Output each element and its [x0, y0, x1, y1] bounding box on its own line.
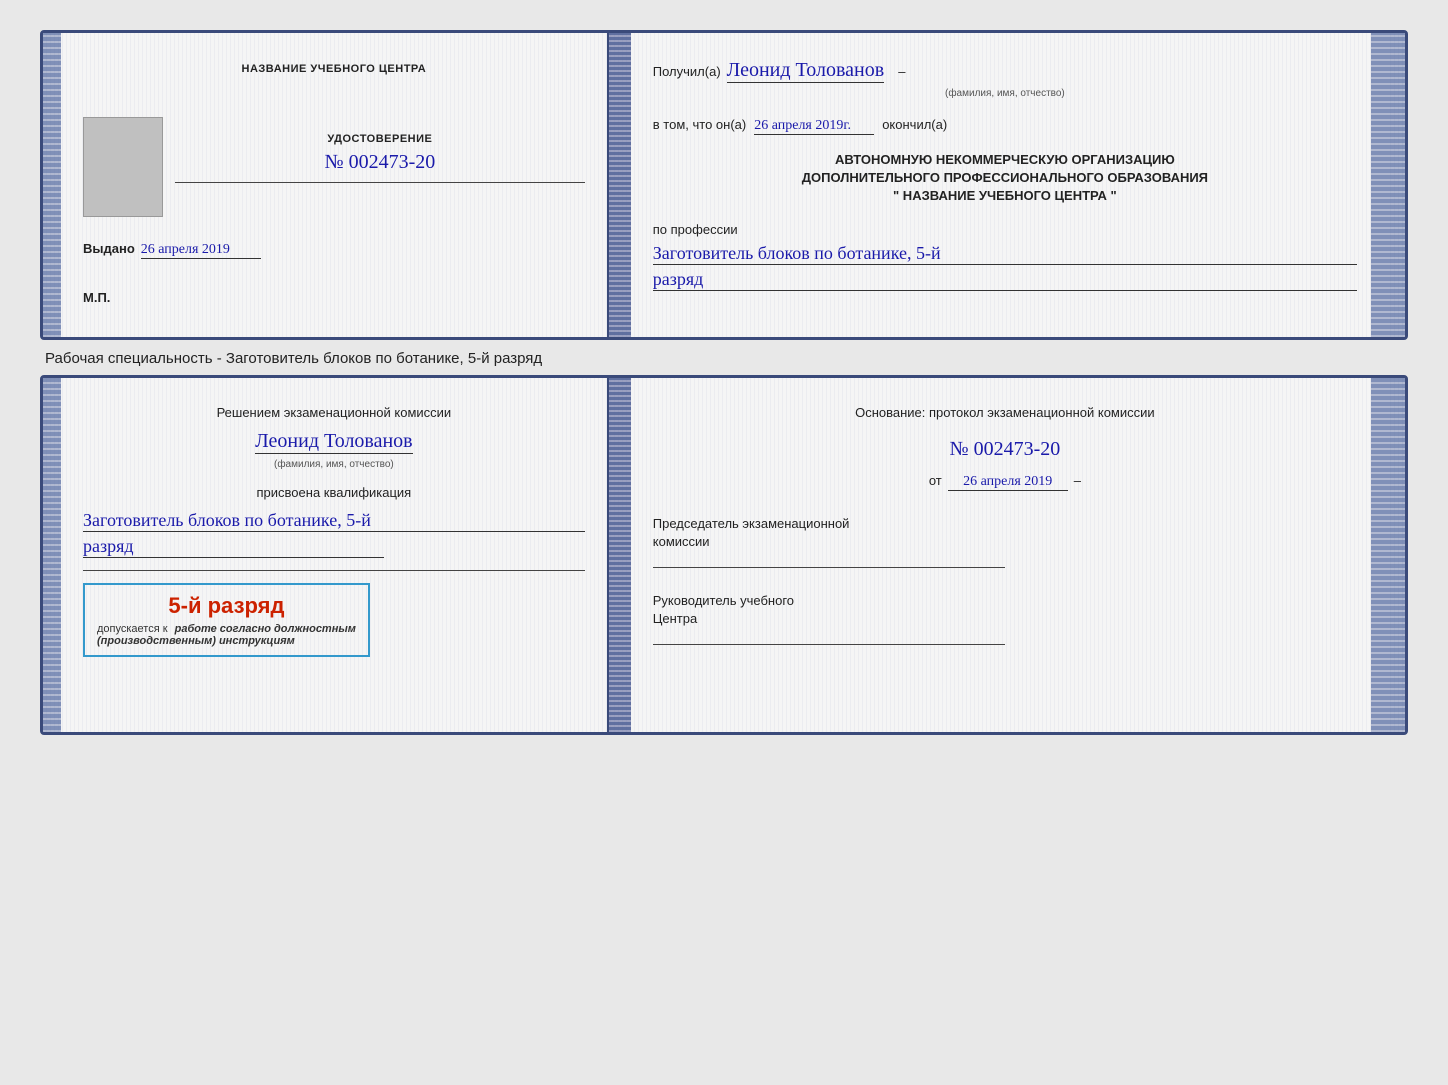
mp-label: М.П. [83, 290, 110, 305]
confirm-text: в том, что он(а) [653, 117, 746, 132]
chairman-signature-line [653, 567, 1005, 568]
qualification-line1-wrap: Заготовитель блоков по ботанике, 5-й [83, 510, 585, 532]
chairman-wrap2: комиссии [653, 533, 1357, 551]
decision-text: Решением экзаменационной комиссии [217, 405, 452, 420]
stamp-allowed-text2: (производственным) инструкциям [97, 635, 356, 647]
org-line1: АВТОНОМНУЮ НЕКОММЕРЧЕСКУЮ ОРГАНИЗАЦИЮ [653, 151, 1357, 169]
bottom-card-left: Решением экзаменационной комиссии Леонид… [61, 378, 609, 732]
fio-label-top: (фамилия, имя, отчество) [945, 88, 1065, 99]
issued-label: Выдано [83, 241, 135, 256]
date-prefix: от [929, 473, 942, 488]
bottom-left-separator [83, 570, 585, 571]
protocol-date: 26 апреля 2019 [948, 474, 1068, 491]
protocol-number: № 002473-20 [950, 438, 1061, 460]
top-certificate-card: НАЗВАНИЕ УЧЕБНОГО ЦЕНТРА УДОСТОВЕРЕНИЕ №… [40, 30, 1408, 340]
profession-name-wrap: Заготовитель блоков по ботанике, 5-й [653, 243, 1357, 265]
stamp-allowed-wrap: допускается к работе согласно должностны… [97, 623, 356, 635]
top-card-left: НАЗВАНИЕ УЧЕБНОГО ЦЕНТРА УДОСТОВЕРЕНИЕ №… [61, 33, 609, 337]
center-spine [609, 33, 631, 337]
bottom-certificate-card: Решением экзаменационной комиссии Леонид… [40, 375, 1408, 735]
top-card-right: Получил(а) Леонид Толованов – (фамилия, … [631, 33, 1387, 337]
bottom-person-name-wrap: Леонид Толованов [83, 430, 585, 454]
school-name-top: НАЗВАНИЕ УЧЕБНОГО ЦЕНТРА [83, 59, 585, 77]
qualification-line2-wrap: разряд [83, 536, 585, 558]
recipient-name: Леонид Толованов [727, 59, 885, 83]
bottom-card-right: Основание: протокол экзаменационной коми… [631, 378, 1387, 732]
center-spine-bottom [609, 378, 631, 732]
head-label2: Центра [653, 611, 697, 626]
protocol-number-wrap: № 002473-20 [653, 438, 1357, 461]
photo-placeholder [83, 117, 163, 217]
head-signature-line [653, 644, 1005, 645]
middle-specialty-label: Рабочая специальность - Заготовитель бло… [45, 350, 1408, 367]
bottom-person-name: Леонид Толованов [255, 430, 413, 454]
qualification-line2: разряд [83, 536, 384, 558]
profession-label-wrap: по профессии [653, 221, 1357, 239]
spine-left-decoration [43, 33, 61, 337]
qualification-line1: Заготовитель блоков по ботанике, 5-й [83, 510, 585, 532]
basis-label-wrap: Основание: протокол экзаменационной коми… [653, 404, 1357, 422]
rank-text-top: разряд [653, 269, 1357, 291]
cert-date-handwritten: 26 апреля 2019г. [754, 118, 874, 135]
chairman-wrap: Председатель экзаменационной [653, 515, 1357, 533]
right-edge-lines [1371, 33, 1387, 337]
stamp-allowed-prefix: допускается к [97, 623, 168, 635]
profession-label: по профессии [653, 222, 738, 237]
finished-label: окончил(а) [882, 117, 947, 132]
basis-label: Основание: протокол экзаменационной коми… [855, 405, 1155, 420]
assigned-label: присвоена квалификация [257, 485, 412, 500]
profession-name: Заготовитель блоков по ботанике, 5-й [653, 243, 1357, 265]
right-edge-lines-bottom [1371, 378, 1387, 732]
head-label-wrap: Руководитель учебного [653, 592, 1357, 610]
chairman-label: Председатель экзаменационной [653, 516, 850, 531]
page-wrapper: НАЗВАНИЕ УЧЕБНОГО ЦЕНТРА УДОСТОВЕРЕНИЕ №… [20, 20, 1428, 745]
received-prefix: Получил(а) [653, 64, 721, 79]
assigned-label-wrap: присвоена квалификация [83, 484, 585, 502]
head-label-wrap2: Центра [653, 610, 1357, 628]
decision-text-wrap: Решением экзаменационной комиссии [83, 404, 585, 422]
cert-divider [175, 182, 585, 183]
issued-date: 26 апреля 2019 [141, 242, 261, 259]
spine-right-top [1387, 33, 1405, 337]
stamp-box: 5-й разряд допускается к работе согласно… [83, 583, 370, 657]
protocol-date-wrap: от 26 апреля 2019 – [653, 473, 1357, 491]
cert-number: № 002473-20 [175, 151, 585, 174]
org-name: " НАЗВАНИЕ УЧЕБНОГО ЦЕНТРА " [653, 187, 1357, 205]
stamp-allowed-text: работе согласно должностным [175, 623, 356, 635]
chairman-label2: комиссии [653, 534, 710, 549]
org-line2: ДОПОЛНИТЕЛЬНОГО ПРОФЕССИОНАЛЬНОГО ОБРАЗО… [653, 169, 1357, 187]
head-label: Руководитель учебного [653, 593, 794, 608]
stamp-rank-text: 5-й разряд [97, 593, 356, 619]
spine-left-bottom [43, 378, 61, 732]
cert-label: УДОСТОВЕРЕНИЕ [175, 129, 585, 147]
spine-right-bottom [1387, 378, 1405, 732]
rank-wrap: разряд [653, 269, 1357, 291]
bottom-fio-label: (фамилия, имя, отчество) [83, 454, 585, 472]
